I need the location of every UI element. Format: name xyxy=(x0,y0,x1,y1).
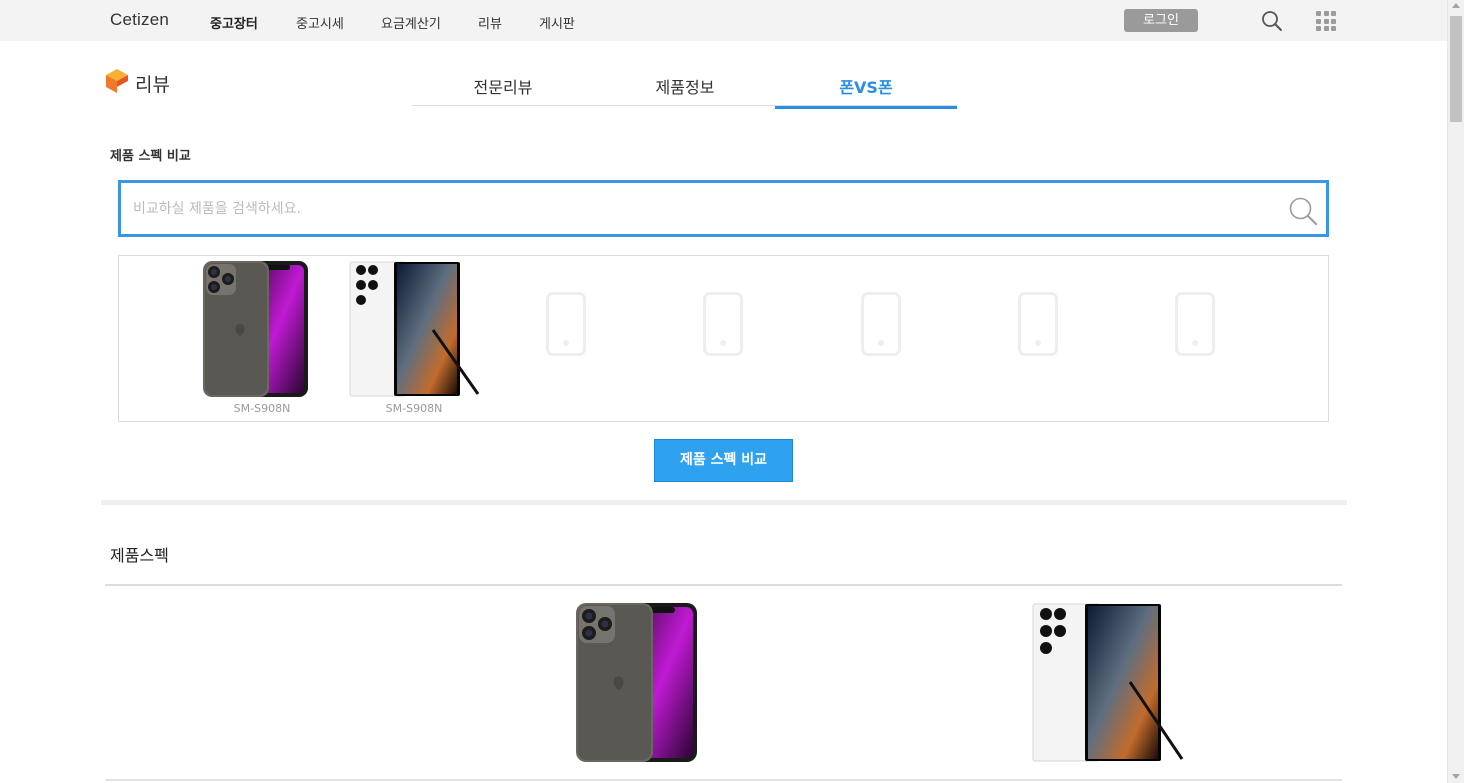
slot-caption: SM-S908N xyxy=(385,402,443,415)
nav-item-fee-calculator[interactable]: 요금계산기 xyxy=(381,13,441,32)
nav-item-review[interactable]: 리뷰 xyxy=(478,13,502,32)
top-nav: Cetizen 중고장터 중고시세 요금계산기 리뷰 게시판 로그인 xyxy=(0,0,1447,41)
product-search-box xyxy=(118,180,1329,237)
search-icon[interactable] xyxy=(1288,196,1318,226)
tab-product-info[interactable]: 제품정보 xyxy=(594,74,776,106)
spec-divider-bottom xyxy=(105,779,1342,781)
compare-specs-button[interactable]: 제품 스펙 비교 xyxy=(654,439,793,482)
empty-phone-icon xyxy=(1175,292,1215,356)
section-divider xyxy=(101,500,1347,505)
compare-slot-3[interactable] xyxy=(501,256,631,421)
phone-product-image xyxy=(349,261,480,397)
empty-phone-icon xyxy=(703,292,743,356)
scroll-down-arrow-icon[interactable] xyxy=(1452,774,1460,779)
empty-phone-icon xyxy=(1018,292,1058,356)
phone-product-image-large-1 xyxy=(576,603,697,762)
apps-grid-icon[interactable] xyxy=(1316,11,1336,31)
compare-slot-1[interactable]: SM-S908N xyxy=(197,256,327,421)
scroll-up-arrow-icon[interactable] xyxy=(1452,3,1460,8)
nav-item-used-market[interactable]: 중고장터 xyxy=(210,13,258,32)
page: Cetizen 중고장터 중고시세 요금계산기 리뷰 게시판 로그인 리뷰 전문… xyxy=(0,0,1464,783)
page-scrollbar[interactable] xyxy=(1447,0,1464,783)
empty-phone-icon xyxy=(546,292,586,356)
product-search-input[interactable] xyxy=(133,197,1273,221)
spec-divider xyxy=(105,584,1342,586)
spec-compare-label: 제품 스펙 비교 xyxy=(110,149,191,164)
scrollbar-thumb[interactable] xyxy=(1450,16,1462,122)
compare-slots: SM-S908N SM-S908N xyxy=(118,255,1329,422)
nav-item-used-price[interactable]: 중고시세 xyxy=(296,13,344,32)
compare-slot-7[interactable] xyxy=(1130,256,1260,421)
section-title: 리뷰 xyxy=(135,74,170,96)
login-button[interactable]: 로그인 xyxy=(1124,9,1198,32)
compare-slot-5[interactable] xyxy=(816,256,946,421)
phone-product-image xyxy=(203,261,308,397)
cetizen-logo[interactable]: Cetizen xyxy=(110,10,169,30)
empty-phone-icon xyxy=(861,292,901,356)
product-spec-title: 제품스펙 xyxy=(110,546,169,565)
review-tabs: 전문리뷰 제품정보 폰VS폰 xyxy=(412,70,957,109)
slot-caption: SM-S908N xyxy=(233,402,291,415)
compare-slot-4[interactable] xyxy=(658,256,788,421)
tab-phone-vs-phone[interactable]: 폰VS폰 xyxy=(775,74,957,109)
review-logo-icon xyxy=(106,69,128,93)
compare-slot-2[interactable]: SM-S908N xyxy=(349,256,480,421)
compare-slot-6[interactable] xyxy=(973,256,1103,421)
phone-product-image-large-2 xyxy=(1032,603,1184,762)
nav-item-board[interactable]: 게시판 xyxy=(539,13,575,32)
tab-expert-review[interactable]: 전문리뷰 xyxy=(412,74,594,106)
search-icon[interactable] xyxy=(1261,10,1283,32)
